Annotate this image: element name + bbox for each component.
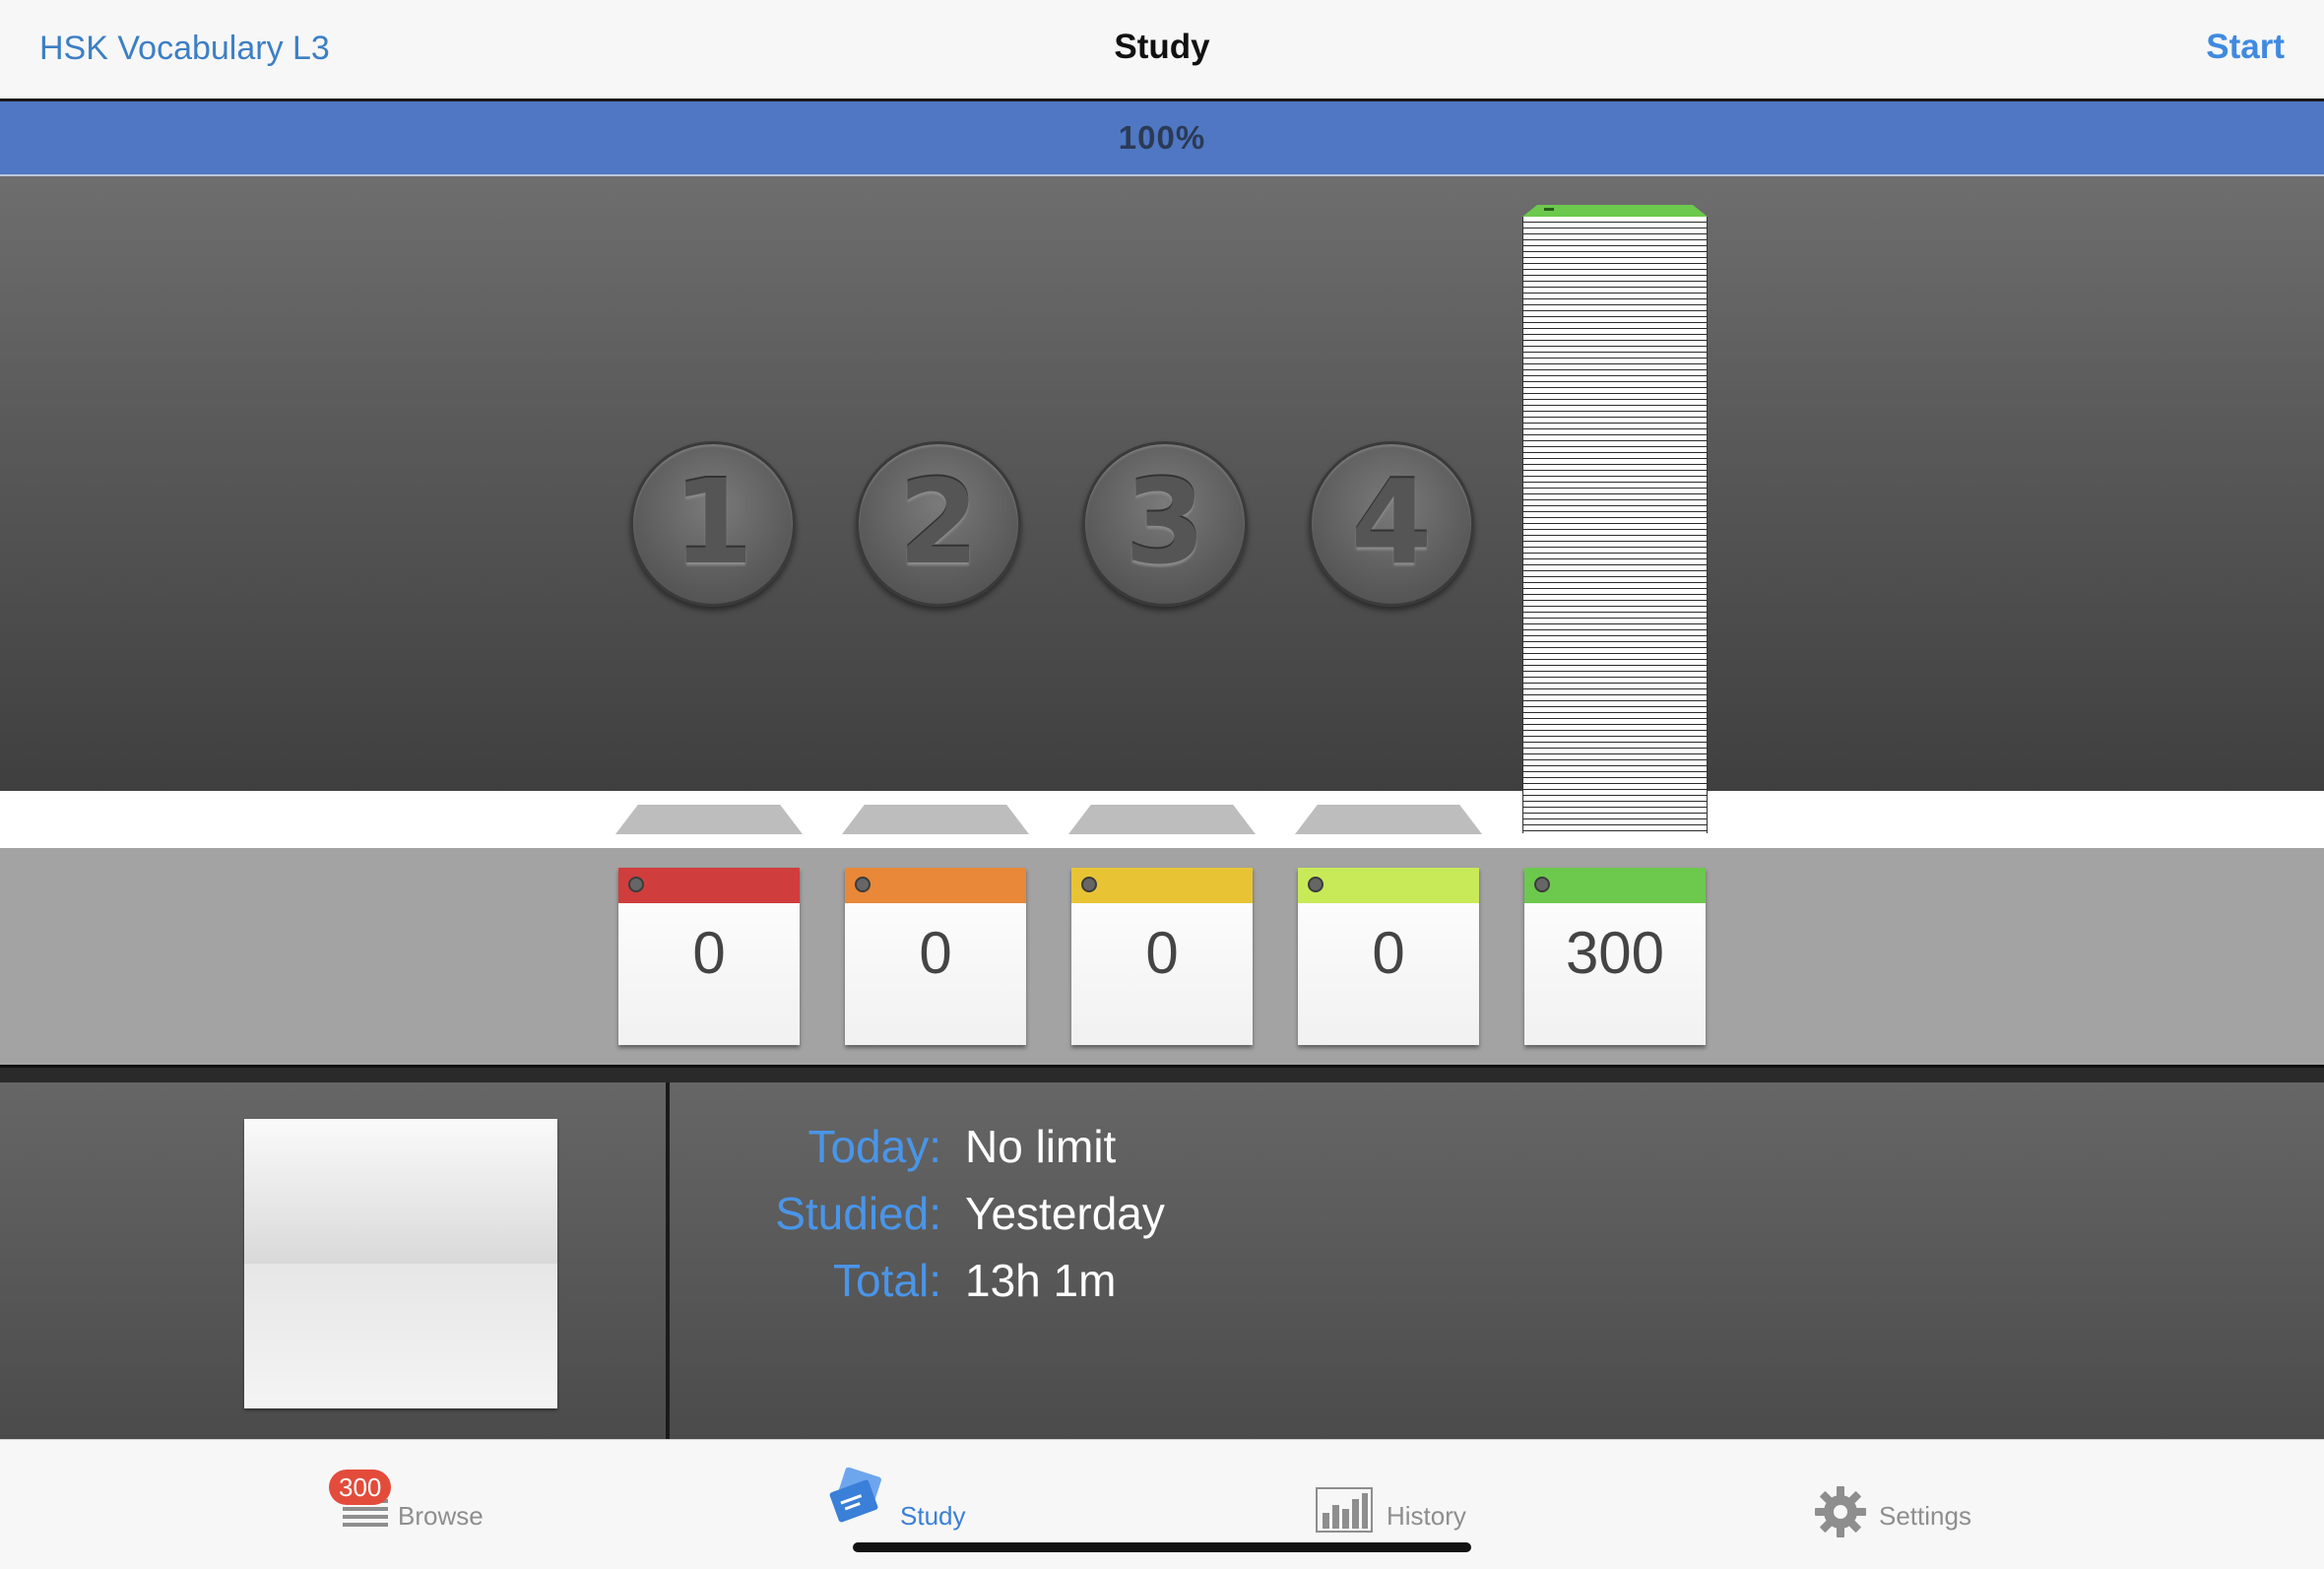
- box-1-count: 0: [692, 920, 726, 986]
- study-info: Today: No limit Studied: Yesterday Total…: [0, 1082, 2324, 1439]
- tray-1: [615, 805, 803, 834]
- stat-studied-value: Yesterday: [965, 1188, 1165, 1239]
- progress-label: 100%: [1118, 119, 1206, 156]
- box-1-tab: [618, 868, 800, 903]
- pool-counter[interactable]: 300: [1524, 868, 1706, 1045]
- tab-study-label: Study: [900, 1501, 966, 1531]
- home-indicator: [853, 1542, 1471, 1552]
- tray-2: [842, 805, 1029, 834]
- tab-study[interactable]: Study: [827, 1464, 995, 1531]
- progress-bar: 100%: [0, 101, 2324, 176]
- stat-studied: Studied: Yesterday: [670, 1187, 1851, 1246]
- tray-4: [1295, 805, 1482, 834]
- page-title: Study: [1114, 28, 1210, 66]
- box-3-button[interactable]: 3: [1082, 441, 1248, 607]
- tab-settings[interactable]: Settings: [1814, 1464, 2011, 1537]
- box-2-button[interactable]: 2: [856, 441, 1021, 607]
- box-2-count: 0: [919, 920, 952, 986]
- box-4-count: 0: [1372, 920, 1405, 986]
- box-2-number: 2: [897, 454, 980, 590]
- box-4-counter[interactable]: 0: [1298, 868, 1479, 1045]
- flashcards-icon: [829, 1468, 881, 1523]
- stat-total-label: Total:: [833, 1255, 941, 1306]
- hole-icon: [1081, 877, 1097, 892]
- tab-settings-label: Settings: [1879, 1501, 1971, 1531]
- navigation-bar: HSK Vocabulary L3 Study Start: [0, 0, 2324, 101]
- box-3-number: 3: [1124, 454, 1206, 590]
- hole-icon: [1308, 877, 1323, 892]
- box-2-tab: [845, 868, 1026, 903]
- tray-strip: [0, 791, 2324, 848]
- hole-icon: [855, 877, 871, 892]
- hole-icon: [628, 877, 644, 892]
- box-3-counter[interactable]: 0: [1071, 868, 1253, 1045]
- box-3-count: 0: [1145, 920, 1179, 986]
- box-4-number: 4: [1350, 454, 1433, 590]
- tray-3: [1068, 805, 1256, 834]
- box-3-tab: [1071, 868, 1253, 903]
- start-button[interactable]: Start: [2206, 28, 2285, 67]
- hole-icon: [1534, 877, 1550, 892]
- stat-total: Total: 13h 1m: [670, 1254, 1851, 1313]
- gear-icon: [1815, 1486, 1866, 1537]
- box-1-number: 1: [672, 454, 754, 590]
- tab-browse-label: Browse: [398, 1501, 484, 1531]
- pool-count: 300: [1565, 920, 1665, 986]
- stat-today-value: No limit: [965, 1121, 1117, 1172]
- stat-total-value: 13h 1m: [965, 1255, 1117, 1306]
- bar-chart-icon: [1316, 1487, 1373, 1533]
- card-stack[interactable]: [1522, 205, 1708, 835]
- tab-history[interactable]: History: [1316, 1464, 1503, 1533]
- box-counters: 0 0 0 0 300: [0, 848, 2324, 1065]
- box-2-counter[interactable]: 0: [845, 868, 1026, 1045]
- stat-today: Today: No limit: [670, 1120, 1851, 1179]
- tab-browse[interactable]: 300 Browse: [325, 1464, 502, 1531]
- stat-today-label: Today:: [807, 1121, 941, 1172]
- box-4-tab: [1298, 868, 1479, 903]
- pool-tab: [1524, 868, 1706, 903]
- stat-studied-label: Studied:: [775, 1188, 941, 1239]
- box-1-counter[interactable]: 0: [618, 868, 800, 1045]
- card-stack-top: [1522, 205, 1708, 217]
- browse-badge: 300: [329, 1470, 392, 1505]
- tab-history-label: History: [1387, 1501, 1466, 1531]
- card-stack-body: [1522, 217, 1708, 833]
- box-1-button[interactable]: 1: [630, 441, 796, 607]
- box-4-button[interactable]: 4: [1309, 441, 1474, 607]
